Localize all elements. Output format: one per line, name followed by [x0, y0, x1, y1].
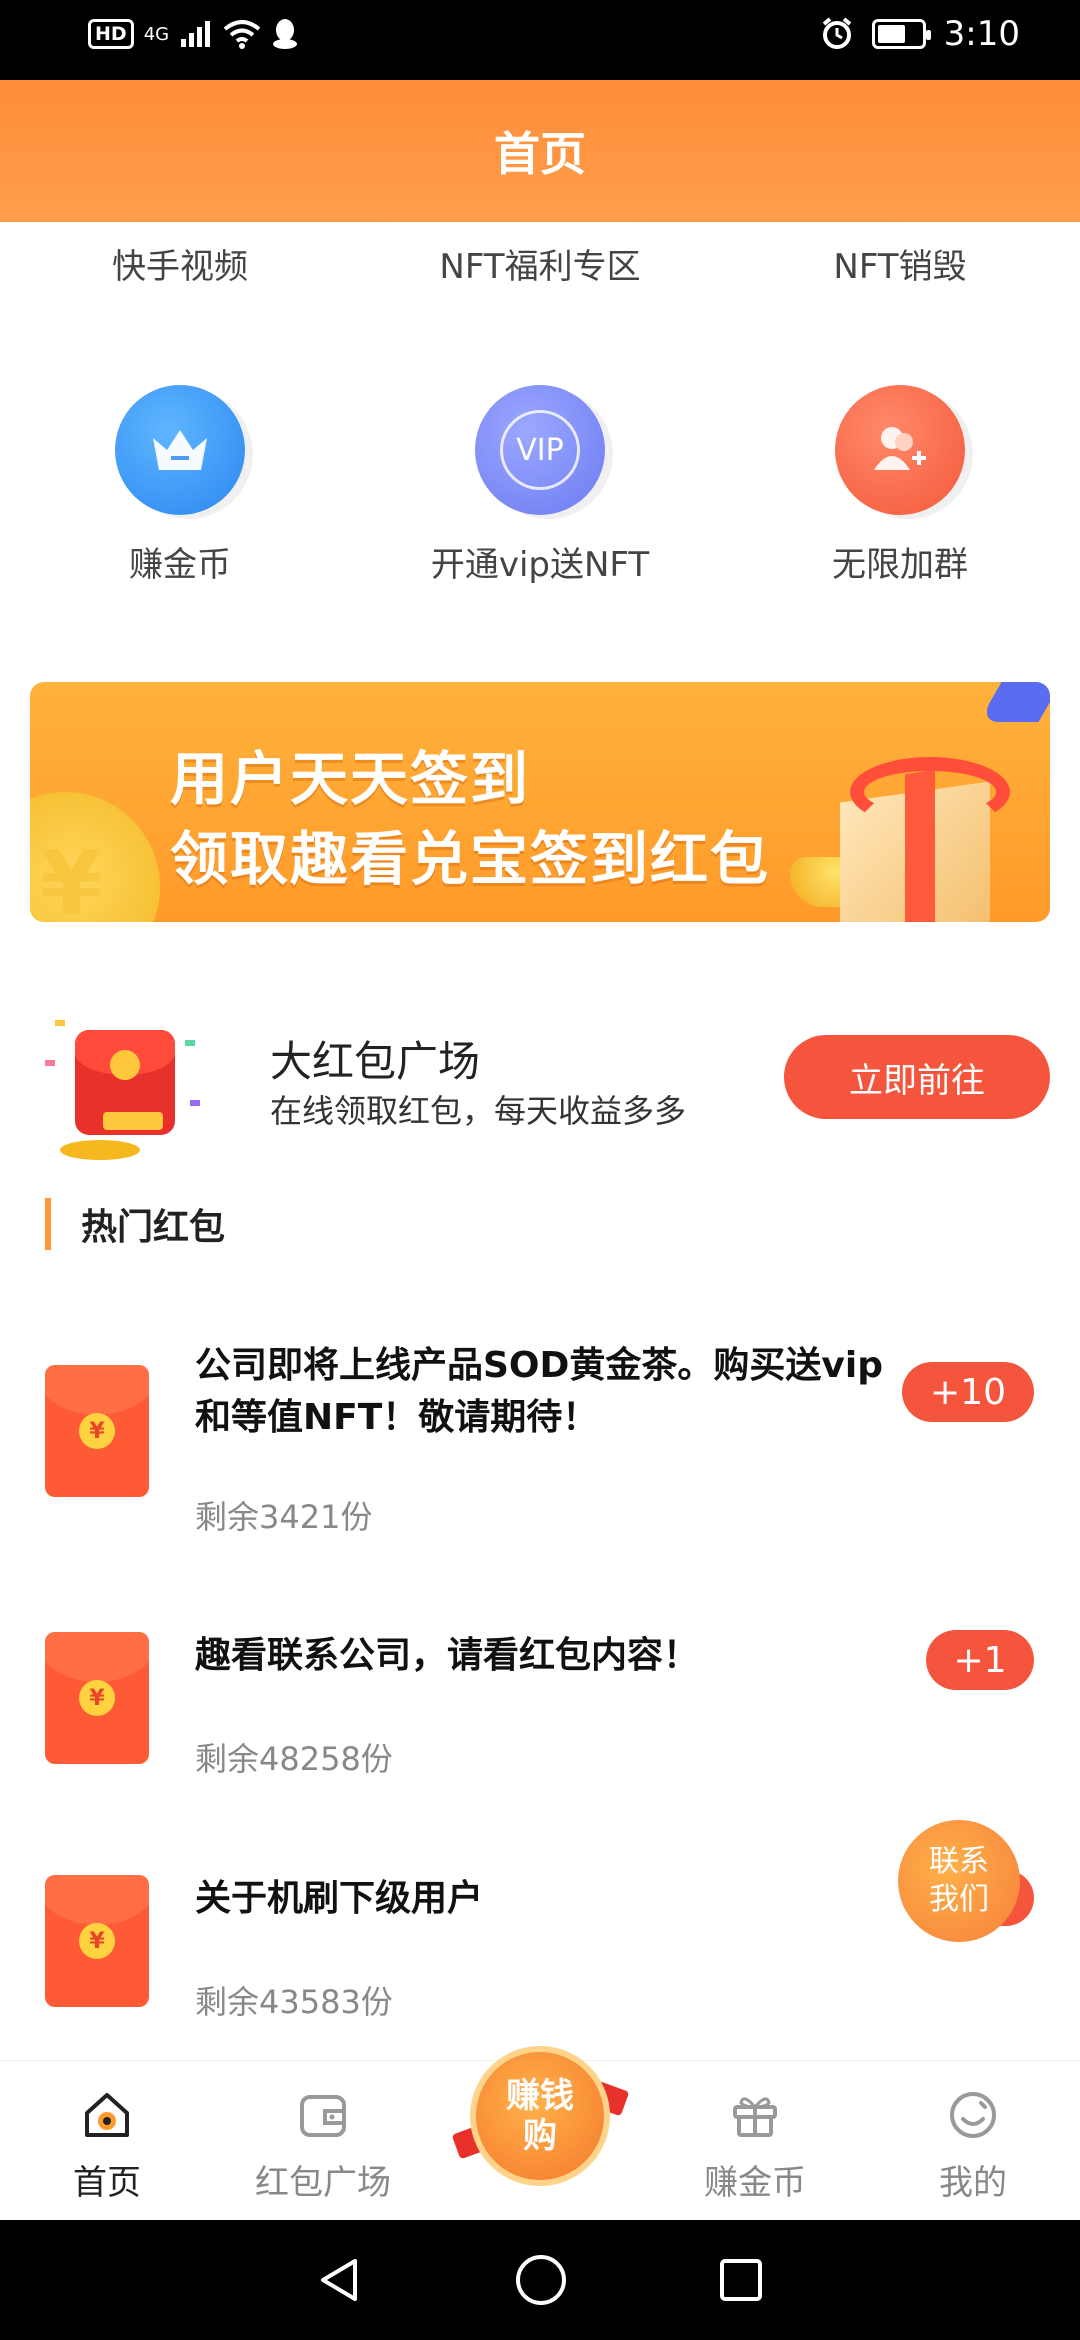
- wallet-icon: [300, 2095, 346, 2137]
- earn-shop-button[interactable]: 赚钱 购: [470, 2046, 610, 2186]
- red-envelope-illustration: [45, 1020, 205, 1160]
- clock: 3:10: [943, 14, 1020, 54]
- grid-item-vip[interactable]: VIP 开通vip送NFT: [360, 385, 720, 586]
- yuan-icon: ¥: [79, 1923, 115, 1959]
- nav-plaza-label: 红包广场: [255, 2163, 391, 2203]
- contact-line1: 联系: [929, 1844, 989, 1879]
- packet-remaining: 剩余48258份: [195, 1740, 393, 1778]
- page-title: 首页: [494, 127, 586, 181]
- red-envelope-plaza: 大红包广场 在线领取红包，每天收益多多 立即前往: [30, 1000, 1050, 1160]
- nav-mine[interactable]: 我的: [898, 2089, 1048, 2204]
- confetti: [45, 1060, 55, 1066]
- grid-label: 赚金币: [129, 545, 231, 585]
- contact-line2: 我们: [929, 1882, 989, 1917]
- grid-item-earn-coins[interactable]: 赚金币: [0, 385, 360, 586]
- top-tabs: 快手视频 NFT福利专区 NFT销毁: [0, 222, 1080, 312]
- envelope-coin: [110, 1050, 140, 1080]
- plaza-subtitle: 在线领取红包，每天收益多多: [270, 1092, 687, 1130]
- packet-remaining: 剩余3421份: [195, 1498, 373, 1536]
- banner-decoration: [978, 682, 1050, 722]
- tab-kuaishou-video[interactable]: 快手视频: [0, 222, 360, 312]
- plaza-title: 大红包广场: [270, 1037, 481, 1086]
- wifi-icon: [223, 20, 261, 49]
- gift-icon: [733, 2097, 777, 2137]
- status-right: 3:10: [820, 14, 1020, 54]
- app-screen: HD 4G 3:10 首页 快手视频 NFT福利专区 NFT销毁 赚金币 VIP…: [0, 0, 1080, 2340]
- nav-home-label: 首页: [73, 2163, 141, 2203]
- packet-title: 关于机刷下级用户: [195, 1878, 484, 1919]
- banner-headline: 用户天天签到: [170, 745, 531, 813]
- section-title: 热门红包: [45, 1198, 225, 1250]
- red-envelope-icon: ¥: [45, 1365, 149, 1497]
- feature-grid: 赚金币 VIP 开通vip送NFT 无限加群: [0, 385, 1080, 586]
- grid-item-join-group[interactable]: 无限加群: [720, 385, 1080, 586]
- status-bar: HD 4G 3:10: [0, 0, 1080, 80]
- center-line2: 购: [523, 2116, 557, 2156]
- battery-icon: [871, 19, 931, 49]
- tab-nft-welfare[interactable]: NFT福利专区: [360, 222, 720, 312]
- grid-label: 无限加群: [832, 545, 968, 585]
- vip-icon: VIP: [475, 385, 605, 515]
- status-left: HD 4G: [88, 18, 299, 50]
- nav-coins-label: 赚金币: [704, 2163, 806, 2203]
- alarm-icon: [822, 17, 851, 49]
- reward-badge: +1: [926, 1630, 1034, 1690]
- header: 首页: [0, 80, 1080, 222]
- nav-mine-label: 我的: [939, 2163, 1007, 2203]
- network-type: 4G: [143, 23, 170, 45]
- crown-icon: [115, 385, 245, 515]
- coin-illustration: [30, 792, 160, 922]
- yuan-icon: ¥: [79, 1680, 115, 1716]
- packet-title: 公司即将上线产品SOD黄金茶。购买送vip和等值NFT！敬请期待！: [195, 1345, 883, 1438]
- envelope-strip: [103, 1112, 163, 1130]
- smile-icon: [950, 2092, 996, 2138]
- sign-in-banner[interactable]: 用户天天签到 领取趣看兑宝签到红包: [30, 682, 1050, 922]
- system-nav-bar: [0, 2220, 1080, 2340]
- go-now-button[interactable]: 立即前往: [784, 1035, 1050, 1119]
- grid-label: 开通vip送NFT: [430, 545, 650, 585]
- banner-subline: 领取趣看兑宝签到红包: [170, 825, 771, 893]
- add-user-icon: [835, 385, 965, 515]
- confetti: [190, 1100, 200, 1106]
- nav-plaza[interactable]: 红包广场: [248, 2089, 398, 2204]
- red-envelope-icon: ¥: [45, 1875, 149, 2007]
- signal-icon: [181, 21, 211, 47]
- packet-remaining: 剩余43583份: [195, 1983, 393, 2021]
- back-icon[interactable]: [315, 2255, 365, 2305]
- yuan-icon: ¥: [79, 1413, 115, 1449]
- nav-home[interactable]: 首页: [32, 2089, 182, 2204]
- recents-icon[interactable]: [717, 2256, 765, 2304]
- nav-coins[interactable]: 赚金币: [680, 2089, 830, 2204]
- coin-pile: [60, 1140, 140, 1160]
- vip-badge: VIP: [500, 410, 580, 490]
- hd-icon: HD: [88, 19, 134, 49]
- packet-title: 趣看联系公司，请看红包内容！: [195, 1635, 700, 1676]
- battery-fill: [877, 25, 905, 43]
- qq-icon: [273, 19, 298, 49]
- center-line1: 赚钱: [506, 2076, 574, 2116]
- list-item[interactable]: ¥ 趣看联系公司，请看红包内容！ 剩余48258份 +1: [0, 1630, 1080, 1790]
- gift-bow: [850, 757, 1010, 827]
- home-circle-icon[interactable]: [514, 2253, 568, 2307]
- home-icon: [85, 2093, 129, 2137]
- list-item[interactable]: ¥ 公司即将上线产品SOD黄金茶。购买送vip和等值NFT！敬请期待！ 剩余34…: [0, 1340, 1080, 1560]
- confetti: [185, 1040, 195, 1046]
- contact-us-button[interactable]: 联系 我们: [898, 1820, 1020, 1942]
- reward-badge: +10: [902, 1362, 1034, 1422]
- red-envelope-icon: ¥: [45, 1632, 149, 1764]
- tab-nft-destroy[interactable]: NFT销毁: [720, 222, 1080, 312]
- confetti: [55, 1020, 65, 1026]
